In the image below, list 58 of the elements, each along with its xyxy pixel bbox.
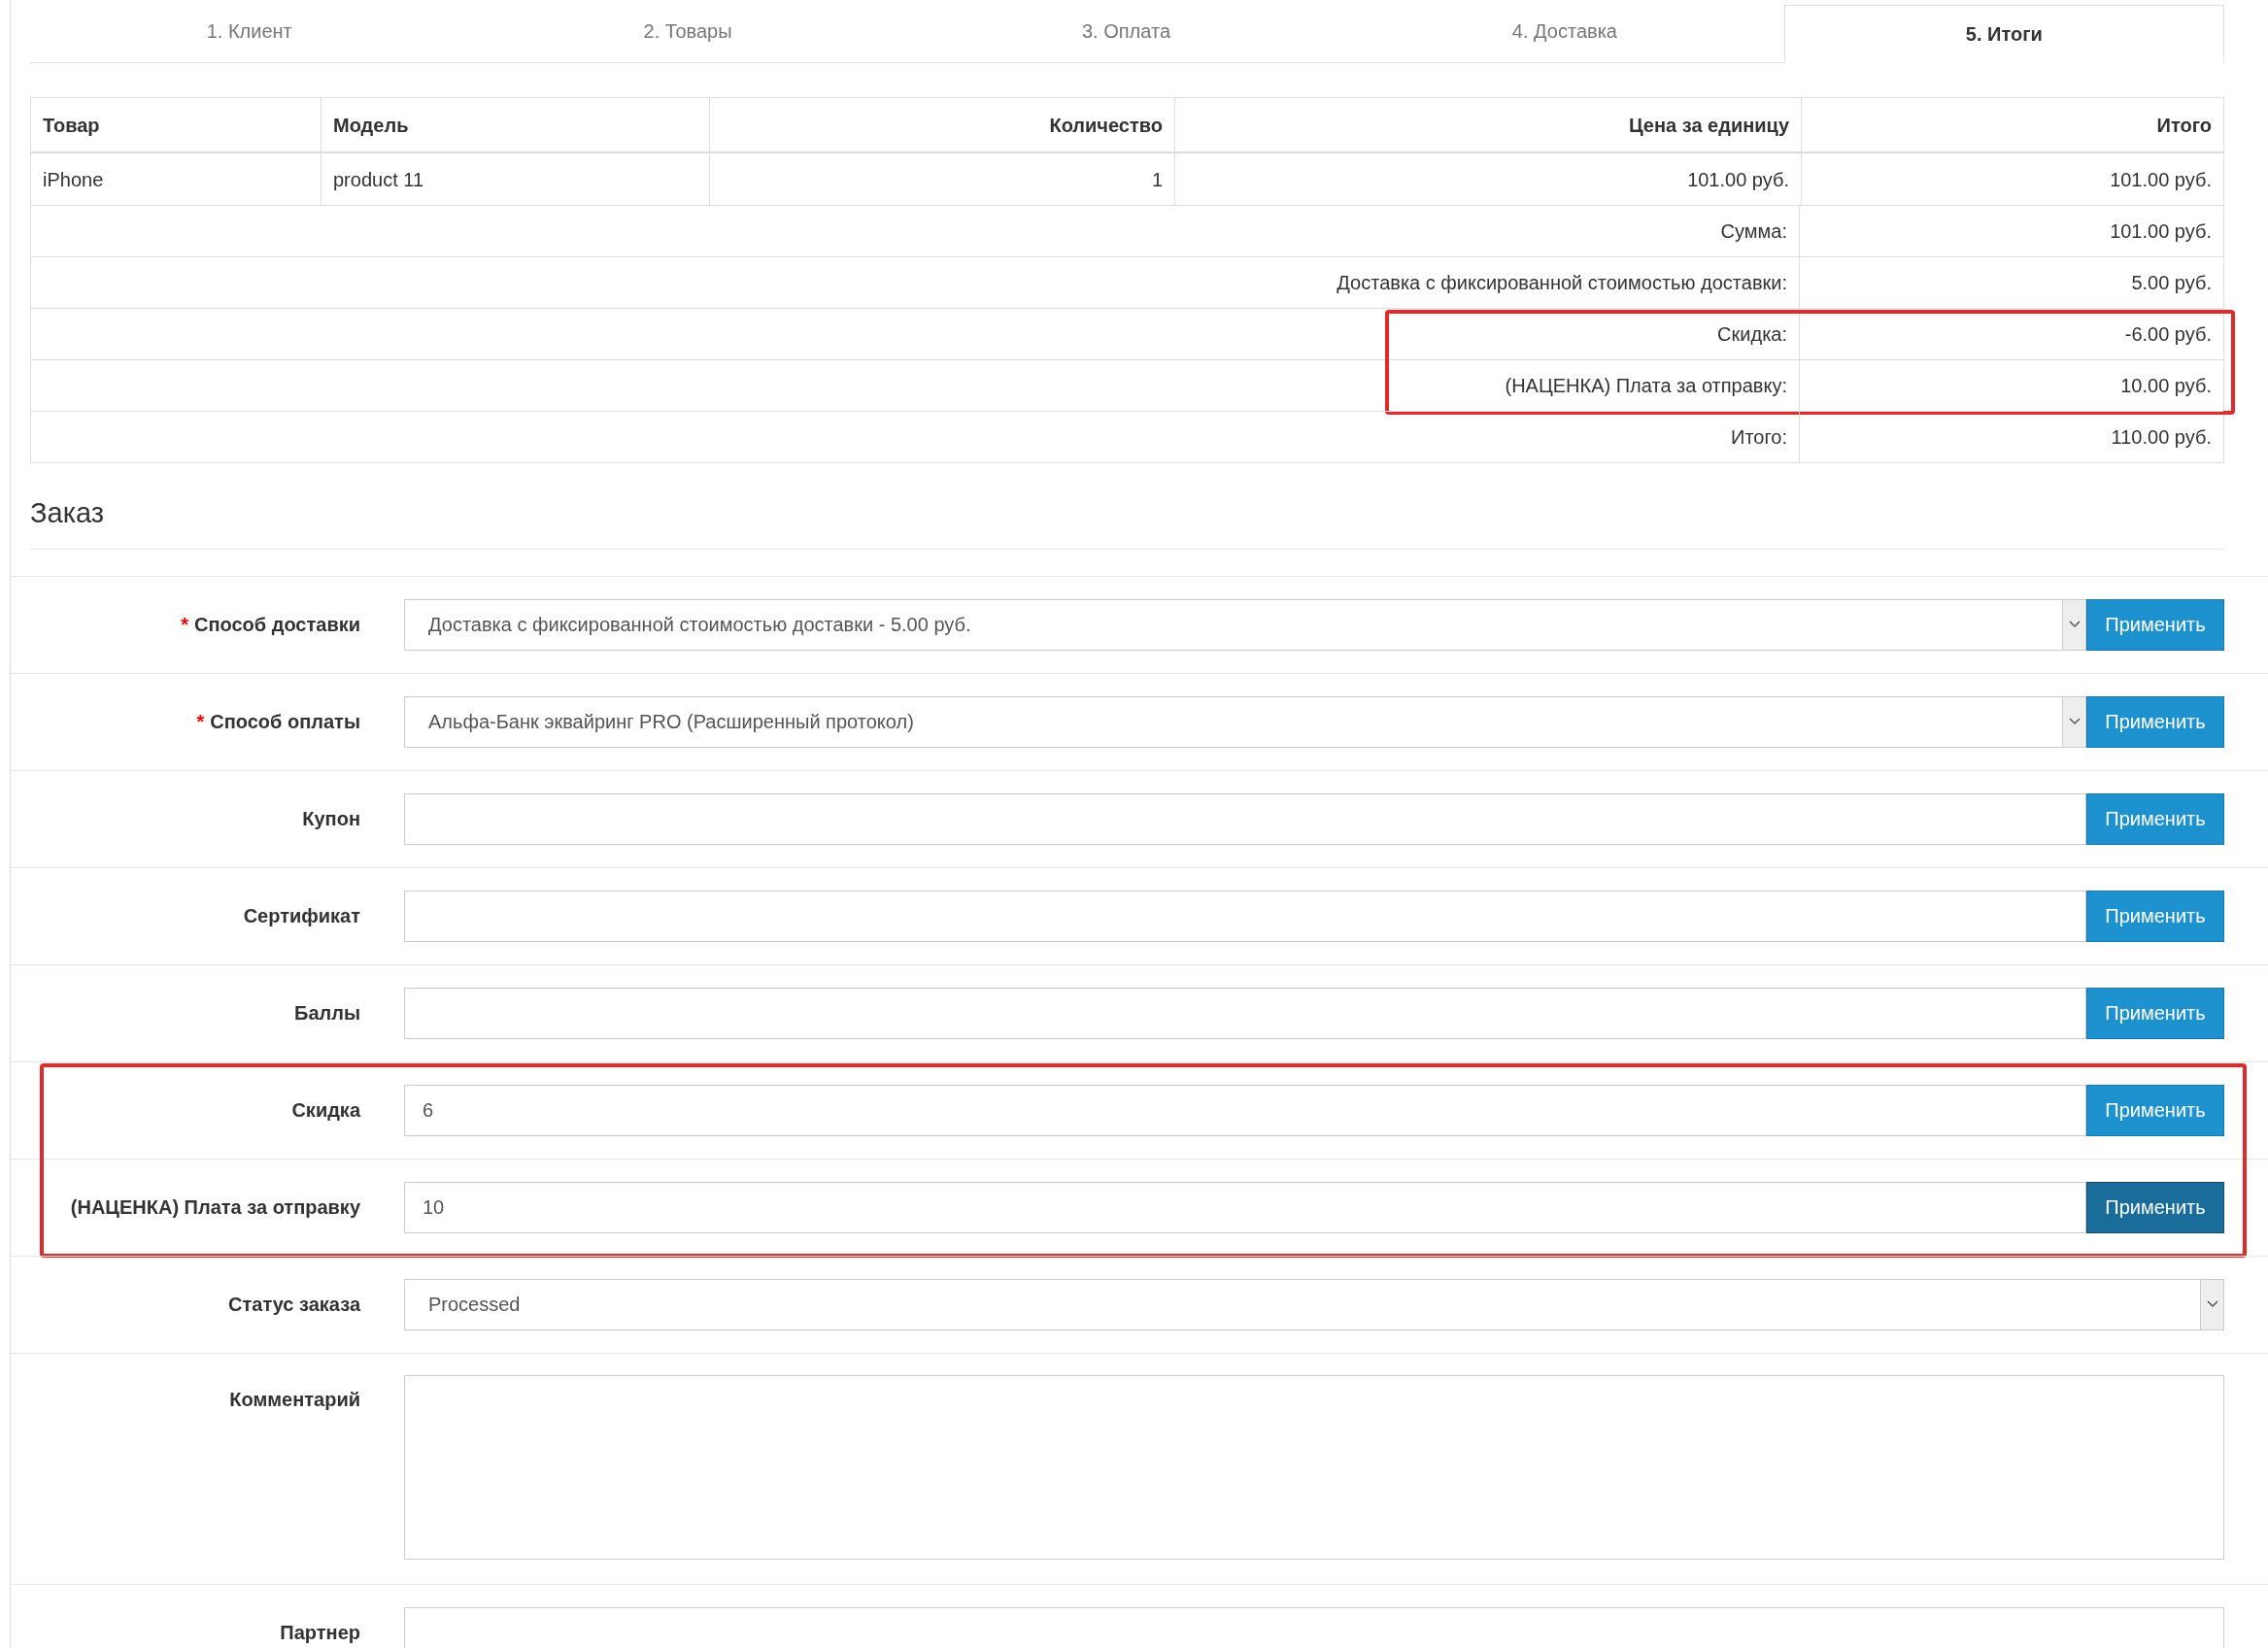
field-label: (НАЦЕНКА) Плата за отправку (70, 1195, 360, 1220)
table-cell: 101.00 руб. (1801, 153, 2223, 205)
total-label: Скидка: (1717, 322, 1787, 347)
field-label: Партнер (280, 1621, 360, 1645)
column-header: Количество (709, 98, 1174, 151)
column-header: Цена за единицу (1174, 98, 1801, 151)
input-field[interactable]: 10 (404, 1181, 2086, 1233)
tab[interactable]: 2. Товары (468, 0, 907, 62)
table-cell-text: iPhone (42, 167, 105, 192)
comment-field[interactable] (404, 1374, 2224, 1560)
table-cell: 1 (709, 153, 1174, 205)
tab[interactable]: 1. Клиент (30, 0, 469, 62)
apply-button[interactable]: Применить (2086, 792, 2224, 845)
input-field[interactable]: 6 (404, 1084, 2086, 1136)
total-label: Доставка с фиксированной стоимостью доставки: (1337, 271, 1787, 295)
total-value: 101.00 руб. (2110, 219, 2212, 244)
field-label: Способ оплаты (210, 710, 360, 734)
caret-icon (2206, 1300, 2218, 1308)
select-field[interactable]: Доставка с фиксированной стоимостью доставки - 5.00 руб. (404, 598, 2086, 651)
input-field[interactable] (404, 987, 2086, 1039)
column-header: Итого (1801, 98, 2223, 151)
column-header: Модель (321, 98, 709, 151)
field-label: Статус заказа (228, 1293, 360, 1317)
apply-button[interactable]: Применить (2086, 695, 2224, 748)
required-mark: * (181, 613, 188, 637)
apply-button[interactable]: Применить (2086, 598, 2224, 651)
apply-button[interactable]: Применить (2086, 890, 2224, 942)
total-label: Сумма: (1720, 219, 1787, 244)
total-value: 5.00 руб. (2131, 271, 2212, 295)
caret-icon (2068, 718, 2081, 725)
input-field[interactable] (404, 1606, 2224, 1648)
field-label: Купон (302, 807, 360, 831)
total-value: -6.00 руб. (2124, 322, 2212, 347)
total-value: 110.00 руб. (2111, 425, 2212, 450)
select-field[interactable]: Processed (404, 1278, 2224, 1330)
tab[interactable]: 5. Итоги (1783, 5, 2225, 63)
required-mark: * (196, 710, 205, 734)
select-field[interactable]: Альфа-Банк эквайринг PRO (Расширенный протокол) (404, 695, 2086, 748)
total-value: 10.00 руб. (2120, 374, 2212, 398)
total-label: Итого: (1731, 425, 1787, 450)
field-label: Баллы (294, 1001, 360, 1026)
tab[interactable]: 3. Оплата (906, 0, 1346, 62)
table-cell: product 11 (321, 153, 709, 205)
tab[interactable]: 4. Доставка (1345, 0, 1784, 62)
caret-icon (2068, 621, 2081, 628)
input-field[interactable] (404, 792, 2086, 845)
field-label: Способ доставки (194, 613, 360, 637)
table-cell: 101.00 руб. (1174, 153, 1801, 205)
input-field[interactable] (404, 890, 2086, 942)
apply-button[interactable]: Применить (2086, 1084, 2224, 1136)
section-title: Заказ (30, 497, 105, 528)
field-label: Комментарий (229, 1387, 360, 1412)
field-label: Сертификат (243, 904, 360, 928)
apply-button[interactable]: Применить (2086, 987, 2224, 1039)
column-header: Товар (42, 113, 101, 138)
apply-button[interactable]: Применить (2086, 1181, 2224, 1233)
total-label: (НАЦЕНКА) Плата за отправку: (1505, 374, 1787, 398)
field-label: Скидка (291, 1098, 360, 1123)
